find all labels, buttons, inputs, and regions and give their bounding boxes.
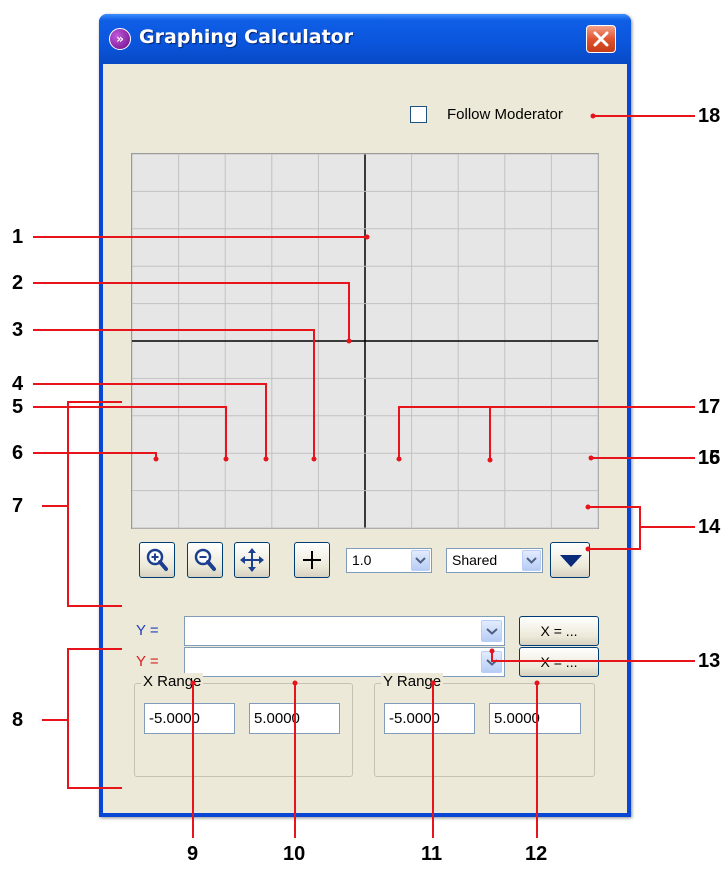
callout-10: 10 (283, 843, 306, 865)
callout-dot (588, 455, 594, 461)
callout-dot (489, 648, 495, 654)
callout-8: 8 (12, 709, 24, 731)
callout-13: 13 (698, 650, 721, 672)
callout-dot (487, 457, 493, 463)
callout-dot (346, 338, 352, 344)
callout-dot (153, 456, 159, 462)
callout-12: 12 (525, 843, 548, 865)
callout-3: 3 (12, 319, 24, 341)
callout-dot (585, 504, 591, 510)
callout-6: 6 (12, 442, 24, 464)
callout-17: 17 (698, 396, 721, 418)
callout-dot (292, 680, 298, 686)
callout-dot (396, 456, 402, 462)
callout-5: 5 (12, 396, 24, 418)
callout-7: 7 (12, 495, 24, 517)
callout-dot (430, 680, 436, 686)
callout-dot (590, 113, 596, 119)
callout-4: 4 (12, 373, 24, 395)
callout-lines (33, 113, 695, 838)
callout-dot (311, 456, 317, 462)
callout-11: 11 (421, 843, 443, 865)
callout-dot (263, 456, 269, 462)
callout-dot (364, 234, 370, 240)
callout-2: 2 (12, 272, 24, 294)
callout-16: 16 (698, 447, 721, 469)
callout-dot (585, 546, 591, 552)
callout-dot (534, 680, 540, 686)
callout-1: 1 (12, 226, 24, 248)
callout-9: 9 (187, 843, 199, 865)
callout-14: 14 (698, 516, 721, 538)
callout-dot (223, 456, 229, 462)
callout-dot (190, 680, 196, 686)
callout-18: 18 (698, 105, 721, 127)
